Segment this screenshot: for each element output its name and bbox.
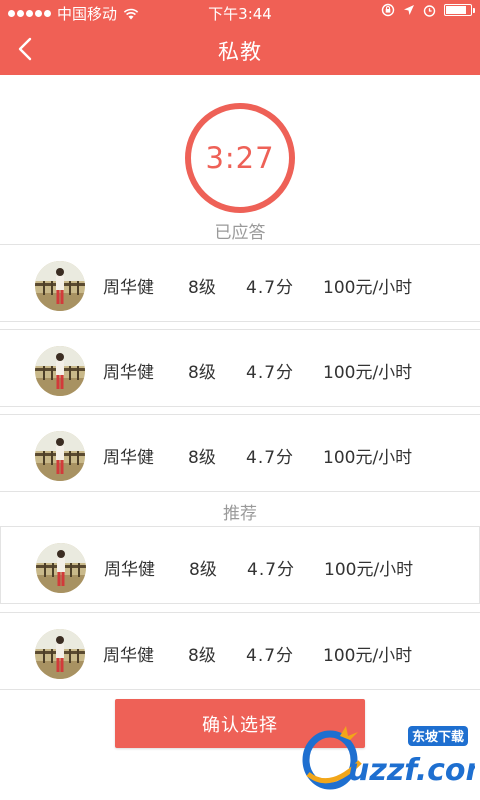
- coach-name: 周华健: [103, 278, 154, 298]
- answered-status-label: 已应答: [214, 223, 266, 243]
- location-arrow-icon: [404, 5, 414, 15]
- coach-score: 4.7分: [246, 646, 295, 666]
- coach-score: 4.7分: [246, 278, 295, 298]
- coach-name: 周华健: [103, 448, 154, 468]
- uzzf-watermark-logo: 东坡下载 uzzf.com: [302, 726, 475, 790]
- avatar: [35, 629, 85, 679]
- coach-name: 周华健: [104, 560, 155, 580]
- coach-name: 周华健: [103, 646, 154, 666]
- coach-score: 4.7分: [246, 363, 295, 383]
- countdown-value: 3:27: [205, 141, 275, 175]
- coach-price: 100元/小时: [323, 363, 413, 383]
- battery-icon: [444, 4, 475, 16]
- coach-price: 100元/小时: [324, 560, 414, 580]
- nav-bar: 私教: [0, 24, 480, 75]
- watermark-badge-text: 东坡下载: [412, 729, 464, 745]
- coach-level: 8级: [189, 560, 217, 580]
- rotation-lock-icon: [381, 3, 395, 17]
- avatar: [36, 543, 86, 593]
- coach-price: 100元/小时: [323, 278, 413, 298]
- coach-row[interactable]: 周华健 8级 4.7分 100元/小时: [0, 526, 480, 604]
- page-title: 私教: [218, 40, 262, 64]
- coach-price: 100元/小时: [323, 646, 413, 666]
- coach-level: 8级: [188, 646, 216, 666]
- alarm-icon: [423, 4, 436, 17]
- coach-name: 周华健: [103, 363, 154, 383]
- countdown-timer: 3:27: [185, 103, 295, 213]
- avatar: [35, 261, 85, 311]
- coach-price: 100元/小时: [323, 448, 413, 468]
- watermark-brand-text: uzzf.com: [348, 753, 475, 788]
- coach-score: 4.7分: [247, 560, 296, 580]
- recommend-label: 推荐: [223, 504, 257, 524]
- coach-level: 8级: [188, 278, 216, 298]
- coach-row[interactable]: 周华健 8级 4.7分 100元/小时: [0, 612, 480, 690]
- status-bar: 中国移动 下午3:44: [0, 0, 480, 24]
- avatar: [35, 346, 85, 396]
- coach-level: 8级: [188, 448, 216, 468]
- status-right: [381, 3, 475, 17]
- coach-row[interactable]: 周华健 8级 4.7分 100元/小时: [0, 414, 480, 492]
- coach-score: 4.7分: [246, 448, 295, 468]
- coach-row[interactable]: 周华健 8级 4.7分 100元/小时: [0, 329, 480, 407]
- coach-level: 8级: [188, 363, 216, 383]
- avatar: [35, 431, 85, 481]
- coach-row[interactable]: 周华健 8级 4.7分 100元/小时: [0, 244, 480, 322]
